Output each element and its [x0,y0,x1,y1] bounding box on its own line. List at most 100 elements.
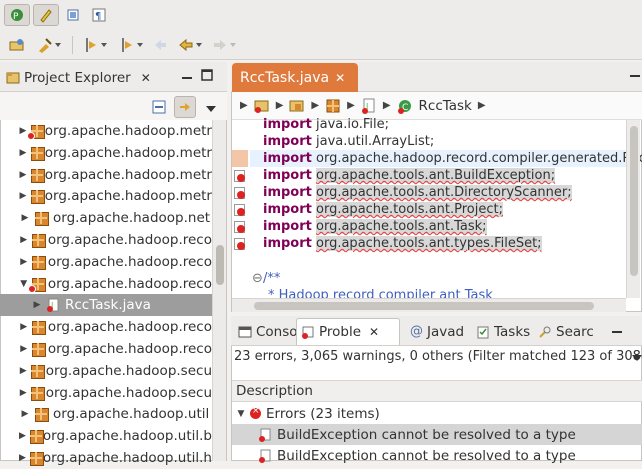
close-icon[interactable]: ✕ [335,71,345,85]
chevron-right-icon[interactable]: ▶ [18,170,28,180]
chevron-right-icon[interactable]: ▶ [18,148,28,158]
package-icon [29,429,44,445]
import-keyword: import [263,219,312,234]
error-marker-icon[interactable] [234,187,246,199]
import-path: org.apache.tools.ant.BuildException; [316,168,556,183]
prev-annotation-icon[interactable] [114,34,148,56]
tree-item-package[interactable]: ▶ org.apache.hadoop.reco [0,229,212,251]
scrollbar-thumb[interactable] [216,245,224,285]
chevron-right-icon[interactable]: ▶ [18,322,29,332]
link-with-editor-icon[interactable] [174,96,196,118]
column-header-description[interactable]: Description [232,380,642,402]
next-annotation-icon[interactable] [78,34,112,56]
tab-rcctask-java[interactable]: RccTask.java ✕ [232,63,358,92]
view-menu-icon[interactable] [632,352,642,361]
fold-toggle-icon[interactable]: ⊖ [252,270,263,287]
editor-vertical-scrollbar[interactable] [626,120,640,298]
tree-item-package[interactable]: ▶ org.apache.hadoop.util [0,403,212,425]
collapse-all-icon[interactable] [152,100,166,114]
problem-description: BuildException cannot be resolved to a t… [277,426,576,443]
forward-icon[interactable] [208,34,240,56]
tree-item-package[interactable]: ▶ org.apache.hadoop.reco [0,316,212,338]
import-path: java.io.File; [316,117,389,132]
problem-row[interactable]: BuildException cannot be resolved to a t… [232,424,642,445]
chevron-down-icon[interactable]: ▼ [234,409,248,419]
tab-problems[interactable]: Proble ✕ [296,318,400,345]
chevron-right-icon[interactable]: ▶ [18,344,29,354]
package-icon [30,364,46,379]
chevron-right-icon[interactable]: ▶ [18,388,28,398]
tab-javadoc[interactable]: @ Javad [406,318,468,345]
chevron-right-icon[interactable]: ▶ [18,453,27,463]
last-edit-icon[interactable] [150,34,170,56]
package-icon [31,342,47,357]
tree-item-package[interactable]: ▶ org.apache.hadoop.net [0,207,212,229]
tasks-icon [477,326,489,338]
problem-row[interactable]: BuildException cannot be resolved to a t… [232,445,642,466]
breadcrumb-class[interactable]: RccTask [419,98,472,114]
paragraph-icon[interactable]: ¶ [88,4,110,26]
minimize-icon[interactable] [610,322,624,336]
back-icon[interactable] [174,34,206,56]
project-icon[interactable] [254,98,270,114]
tree-item-package[interactable]: ▶ org.apache.hadoop.metr [0,120,212,142]
tree-item-package[interactable]: ▶ org.apache.hadoop.metr [0,142,212,164]
tree-item-package[interactable]: ▶ org.apache.hadoop.secu [0,382,212,404]
view-menu-icon[interactable] [206,103,216,112]
tree-item-package[interactable]: ▶ org.apache.hadoop.metr [0,185,212,207]
scrollbar-thumb[interactable] [254,302,594,310]
debug-icon[interactable]: P [4,4,30,26]
editor-horizontal-scrollbar[interactable] [232,298,626,312]
tab-search[interactable]: Searc [534,318,598,345]
tree-item-label: org.apache.hadoop.reco [47,319,212,336]
tree-item-package[interactable]: ▶ org.apache.hadoop.secu [0,360,212,382]
tab-project-explorer[interactable]: Project Explorer ✕ [0,64,157,92]
tree-item-package[interactable]: ▶ org.apache.hadoop.metr [0,164,212,186]
package-icon [30,189,45,205]
source-folder-icon[interactable] [289,98,305,114]
import-path: org.apache.tools.ant.DirectoryScanner; [316,185,572,200]
chevron-right-icon[interactable]: ▶ [18,191,28,201]
highlight-icon[interactable] [33,4,59,26]
run-icon[interactable] [32,34,66,56]
close-icon[interactable]: ✕ [369,325,379,339]
chevron-right-icon[interactable]: ▶ [18,431,27,441]
java-file-icon[interactable]: J [361,98,377,114]
error-marker-icon[interactable] [234,170,246,182]
tree-item-label: org.apache.hadoop.util.b [42,428,212,445]
tree-item-package[interactable]: ▶ org.apache.hadoop.reco [0,251,212,273]
chevron-right-icon[interactable]: ▶ [18,409,32,419]
tab-console-label: Conso [256,323,298,340]
tree-item-package[interactable]: ▶ org.apache.hadoop.util.b [0,425,212,447]
package-icon [30,168,45,183]
project-explorer-scrollbar[interactable] [212,120,226,461]
tree-item-package[interactable]: ▶ org.apache.hadoop.util.h [0,447,212,469]
chevron-right-icon[interactable]: ▶ [18,235,29,245]
editor-minimize-icon[interactable] [628,66,642,88]
tree-item-label: org.apache.hadoop.util.h [42,450,212,466]
close-icon[interactable]: ✕ [141,71,151,85]
java-error-icon [259,449,271,463]
open-perspective-icon[interactable] [6,34,28,56]
chevron-right-icon[interactable]: ▶ [18,257,29,267]
package-icon[interactable] [325,98,341,114]
package-icon [30,386,46,401]
error-marker-icon[interactable] [234,221,246,233]
chevron-right-icon[interactable]: ▶ [18,366,28,376]
chevron-right-icon[interactable]: ▶ [18,213,32,223]
toggle-icon[interactable] [62,4,84,26]
tree-item-package[interactable]: ▶ org.apache.hadoop.reco [0,338,212,360]
error-marker-icon[interactable] [234,204,246,216]
error-marker-icon[interactable] [234,238,246,250]
maximize-icon[interactable] [200,68,214,82]
tab-tasks[interactable]: Tasks [472,318,534,345]
problems-group-errors[interactable]: ▼ Errors (23 items) [232,403,642,424]
tree-item-file[interactable]: ▶ J RccTask.java [0,294,212,317]
tab-console[interactable]: Conso [234,318,302,345]
tree-item-package[interactable]: ▼ org.apache.hadoop.reco [0,273,212,295]
minimize-icon[interactable] [180,68,194,82]
chevron-right-icon[interactable]: ▶ [30,300,44,310]
class-icon[interactable]: C [397,98,413,114]
error-icon [250,406,261,419]
scrollbar-thumb[interactable] [630,126,638,276]
